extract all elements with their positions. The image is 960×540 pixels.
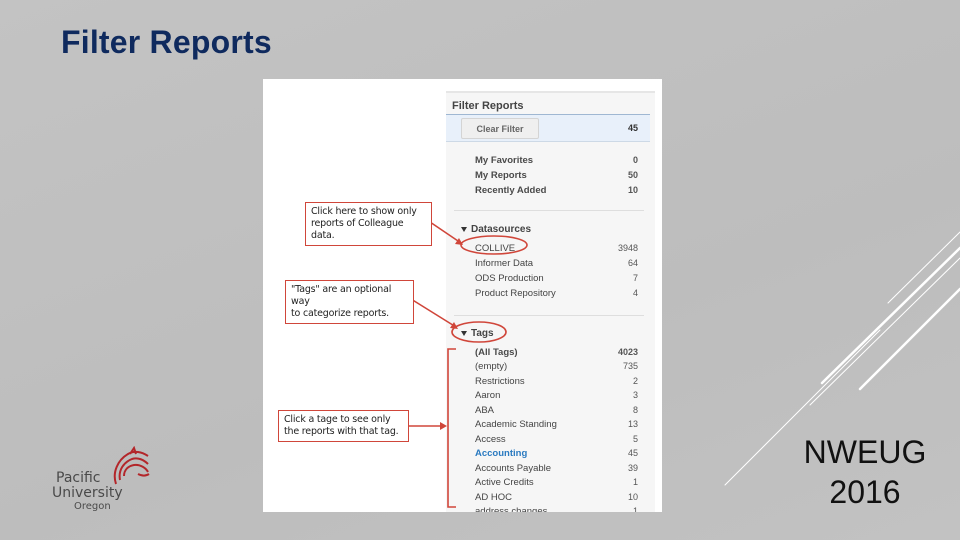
datasource-count: 4 [632, 288, 638, 298]
callout-text: Click here to show only [311, 206, 417, 217]
tag-label: Restrictions [475, 375, 525, 387]
filter-reports-panel: Filter Reports Clear Filter 45 My Favori… [446, 91, 655, 512]
divider [454, 210, 644, 211]
filter-count: 50 [627, 170, 638, 180]
tag-item[interactable]: Aaron 3 [475, 388, 638, 402]
screenshot-image: Filter Reports Clear Filter 45 My Favori… [263, 79, 662, 512]
tag-label: Access [475, 433, 506, 445]
filter-count: 10 [627, 185, 638, 195]
tag-label: (empty) [475, 360, 508, 372]
callout-tags: "Tags" are an optional way to categorize… [285, 280, 414, 324]
tag-count: 1 [632, 506, 638, 512]
datasource-label: COLLIVE [475, 242, 516, 254]
divider [454, 315, 644, 316]
tag-label: address changes [475, 505, 548, 513]
section-label: Datasources [471, 224, 532, 235]
panel-title: Filter Reports [452, 100, 524, 112]
tag-count: 39 [627, 463, 638, 473]
event-year: 2016 [829, 474, 901, 510]
tag-item[interactable]: ABA 8 [475, 403, 638, 417]
tag-item[interactable]: Accounts Payable 39 [475, 461, 638, 475]
logo-text-pacific: Pacific [56, 470, 101, 486]
tag-label: Accounting [475, 447, 528, 459]
tag-label: (All Tags) [475, 346, 518, 358]
tag-item[interactable]: Academic Standing 13 [475, 417, 638, 431]
callout-text: reports of Colleague data. [311, 218, 404, 241]
callout-text: Click a tage to see only [284, 414, 391, 425]
datasources-header[interactable]: Datasources [461, 224, 531, 235]
logo-text-university: University [52, 485, 123, 501]
filter-label: Recently Added [475, 184, 547, 196]
filter-my-favorites[interactable]: My Favorites 0 [475, 153, 638, 167]
total-count: 45 [627, 123, 638, 133]
tag-item-selected[interactable]: Accounting 45 [475, 446, 638, 460]
datasource-count: 3948 [617, 243, 638, 253]
event-name: NWEUG [803, 434, 927, 470]
tag-item[interactable]: Access 5 [475, 432, 638, 446]
tag-label: Academic Standing [475, 418, 557, 430]
datasource-count: 64 [627, 258, 638, 268]
tag-item[interactable]: AD HOC 10 [475, 490, 638, 504]
tag-label: Active Credits [475, 476, 534, 488]
tag-label: Aaron [475, 389, 501, 401]
tag-count: 2 [632, 376, 638, 386]
boxer-mascot-icon [113, 446, 150, 485]
datasource-item[interactable]: COLLIVE 3948 [475, 241, 638, 255]
event-label: NWEUG 2016 [792, 432, 938, 512]
datasource-item[interactable]: Informer Data 64 [475, 256, 638, 270]
datasource-label: Product Repository [475, 287, 556, 299]
filter-label: My Reports [475, 169, 527, 181]
callout-tag-click: Click a tage to see only the reports wit… [278, 410, 409, 442]
callout-datasource: Click here to show only reports of Colle… [305, 202, 432, 246]
datasource-item[interactable]: Product Repository 4 [475, 286, 638, 300]
section-label: Tags [471, 328, 494, 339]
tag-count: 4023 [617, 347, 638, 357]
tag-item[interactable]: address changes 1 [475, 504, 638, 513]
datasource-item[interactable]: ODS Production 7 [475, 271, 638, 285]
tags-header[interactable]: Tags [461, 328, 494, 339]
tag-count: 735 [622, 361, 638, 371]
clear-filter-button[interactable]: Clear Filter [461, 118, 539, 139]
datasource-count: 7 [632, 273, 638, 283]
tag-count: 3 [632, 390, 638, 400]
tag-item[interactable]: (empty) 735 [475, 359, 638, 373]
filter-label: My Favorites [475, 154, 534, 166]
filter-count: 0 [632, 155, 638, 165]
tag-count: 13 [627, 419, 638, 429]
tag-label: ABA [475, 404, 495, 416]
filter-my-reports[interactable]: My Reports 50 [475, 168, 638, 182]
datasource-label: ODS Production [475, 272, 544, 284]
tag-count: 1 [632, 477, 638, 487]
callout-text: to categorize reports. [291, 308, 389, 319]
tag-item[interactable]: Restrictions 2 [475, 374, 638, 388]
tag-item[interactable]: Active Credits 1 [475, 475, 638, 489]
callout-text: "Tags" are an optional way [291, 284, 392, 307]
tag-count: 5 [632, 434, 638, 444]
tag-count: 10 [627, 492, 638, 502]
tag-item[interactable]: (All Tags) 4023 [475, 345, 638, 359]
callout-text: the reports with that tag. [284, 426, 399, 437]
caret-down-icon [461, 331, 467, 336]
tag-count: 45 [627, 448, 638, 458]
datasource-label: Informer Data [475, 257, 534, 269]
tag-count: 8 [632, 405, 638, 415]
tag-label: AD HOC [475, 491, 512, 503]
pacific-university-logo: Pacific University Oregon [52, 446, 162, 516]
caret-down-icon [461, 227, 467, 232]
tag-label: Accounts Payable [475, 462, 552, 474]
logo-text-oregon: Oregon [74, 501, 111, 512]
slide-title: Filter Reports [61, 24, 272, 60]
filter-recently-added[interactable]: Recently Added 10 [475, 183, 638, 197]
clear-filter-row: Clear Filter 45 [446, 114, 650, 142]
